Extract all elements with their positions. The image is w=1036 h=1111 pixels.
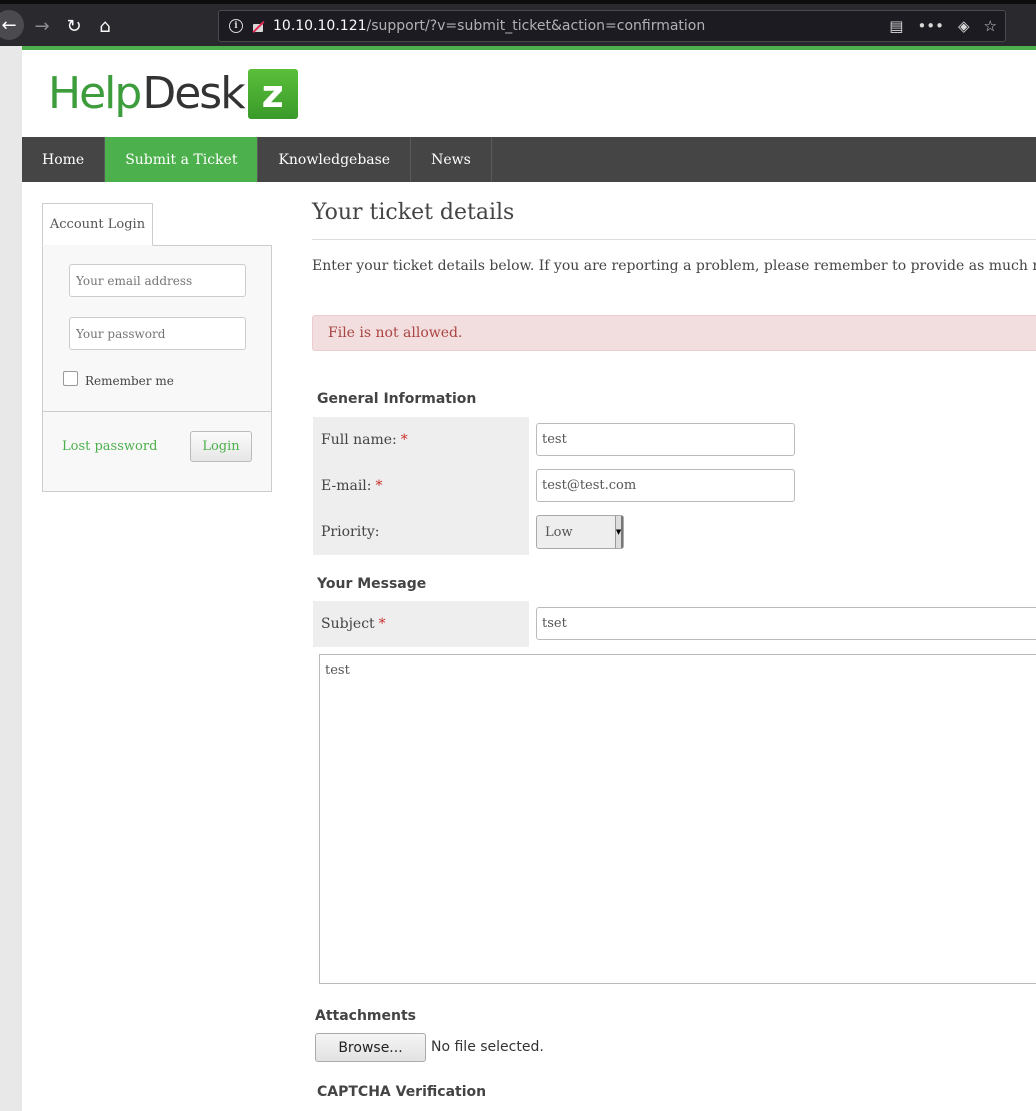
intro-text: Enter your ticket details below. If you … <box>312 258 1036 274</box>
captcha-heading: CAPTCHA Verification <box>317 1084 487 1100</box>
helpdeskz-logo[interactable]: Help Desk z <box>48 68 298 120</box>
priority-select[interactable]: Low ▼ <box>536 515 624 549</box>
subject-label-text: Subject <box>321 616 375 632</box>
tab-account-login[interactable]: Account Login <box>42 203 153 246</box>
login-panel: Remember me Lost password Login <box>42 245 272 492</box>
arrow-right-icon: → <box>34 15 50 37</box>
priority-selected-value: Low <box>545 524 573 540</box>
required-mark: * <box>375 478 383 494</box>
required-mark: * <box>378 616 386 632</box>
page-title: Your ticket details <box>312 200 515 225</box>
fullname-input[interactable]: test <box>536 423 795 456</box>
attachments-heading: Attachments <box>315 1008 417 1024</box>
reload-icon: ↻ <box>66 15 82 37</box>
info-icon[interactable]: i <box>229 19 243 33</box>
login-password-input[interactable] <box>69 317 246 350</box>
fullname-label-text: Full name: <box>321 432 397 448</box>
no-file-label: No file selected. <box>431 1039 544 1055</box>
url-bar[interactable]: i 10.10.10.121/support/?v=submit_ticket&… <box>218 10 1006 42</box>
url-host: 10.10.10.121 <box>273 18 367 34</box>
forward-button[interactable]: → <box>28 12 56 40</box>
your-message-heading: Your Message <box>317 576 427 592</box>
url-text[interactable]: 10.10.10.121/support/?v=submit_ticket&ac… <box>273 18 705 34</box>
login-email-input[interactable] <box>69 264 246 297</box>
logo-z-badge: z <box>247 69 298 119</box>
error-alert: File is not allowed. <box>312 315 1036 351</box>
remember-me-checkbox[interactable] <box>63 371 78 386</box>
page: Help Desk z Home Submit a Ticket Knowledg… <box>22 50 1036 1111</box>
arrow-left-icon: ← <box>1 14 17 36</box>
more-actions-icon[interactable]: ••• <box>917 17 944 35</box>
login-button[interactable]: Login <box>190 431 252 462</box>
general-info-heading: General Information <box>317 391 477 407</box>
main-nav: Home Submit a Ticket Knowledgebase News <box>22 137 1036 182</box>
message-textarea[interactable]: test <box>319 654 1036 984</box>
nav-submit-ticket[interactable]: Submit a Ticket <box>105 137 259 182</box>
logo-help-text: Help <box>48 68 142 119</box>
login-divider <box>43 411 271 412</box>
fullname-label: Full name: * <box>313 417 529 463</box>
nav-knowledgebase[interactable]: Knowledgebase <box>258 137 412 182</box>
email-input[interactable]: test@test.com <box>536 469 795 502</box>
lost-password-link[interactable]: Lost password <box>62 439 157 454</box>
pocket-icon[interactable]: ◈ <box>958 17 970 35</box>
bookmark-star-icon[interactable]: ☆ <box>984 17 997 35</box>
dropdown-arrow-icon: ▼ <box>615 516 623 548</box>
required-mark: * <box>400 432 408 448</box>
logo-desk-text: Desk <box>142 68 245 119</box>
title-divider <box>312 239 1036 240</box>
subject-input[interactable]: tset <box>536 607 1036 640</box>
nav-home[interactable]: Home <box>22 137 106 182</box>
reload-button[interactable]: ↻ <box>60 12 88 40</box>
left-gutter <box>0 46 22 1111</box>
url-path: /support/?v=submit_ticket&action=confirm… <box>366 18 706 34</box>
back-button[interactable]: ← <box>0 10 24 40</box>
subject-label: Subject * <box>313 601 529 647</box>
insecure-lock-icon[interactable] <box>251 19 265 33</box>
email-label: E-mail: * <box>313 463 529 509</box>
browser-toolbar: ← → ↻ ⌂ i 10.10.10.121/support/?v=submit… <box>0 0 1036 46</box>
browse-button[interactable]: Browse... <box>315 1033 426 1062</box>
reader-view-icon[interactable]: ▤ <box>889 17 903 35</box>
remember-me-label[interactable]: Remember me <box>85 374 174 388</box>
priority-label: Priority: <box>313 509 529 555</box>
nav-news[interactable]: News <box>411 137 492 182</box>
email-label-text: E-mail: <box>321 478 372 494</box>
home-button[interactable]: ⌂ <box>91 12 119 40</box>
home-icon: ⌂ <box>99 15 111 37</box>
